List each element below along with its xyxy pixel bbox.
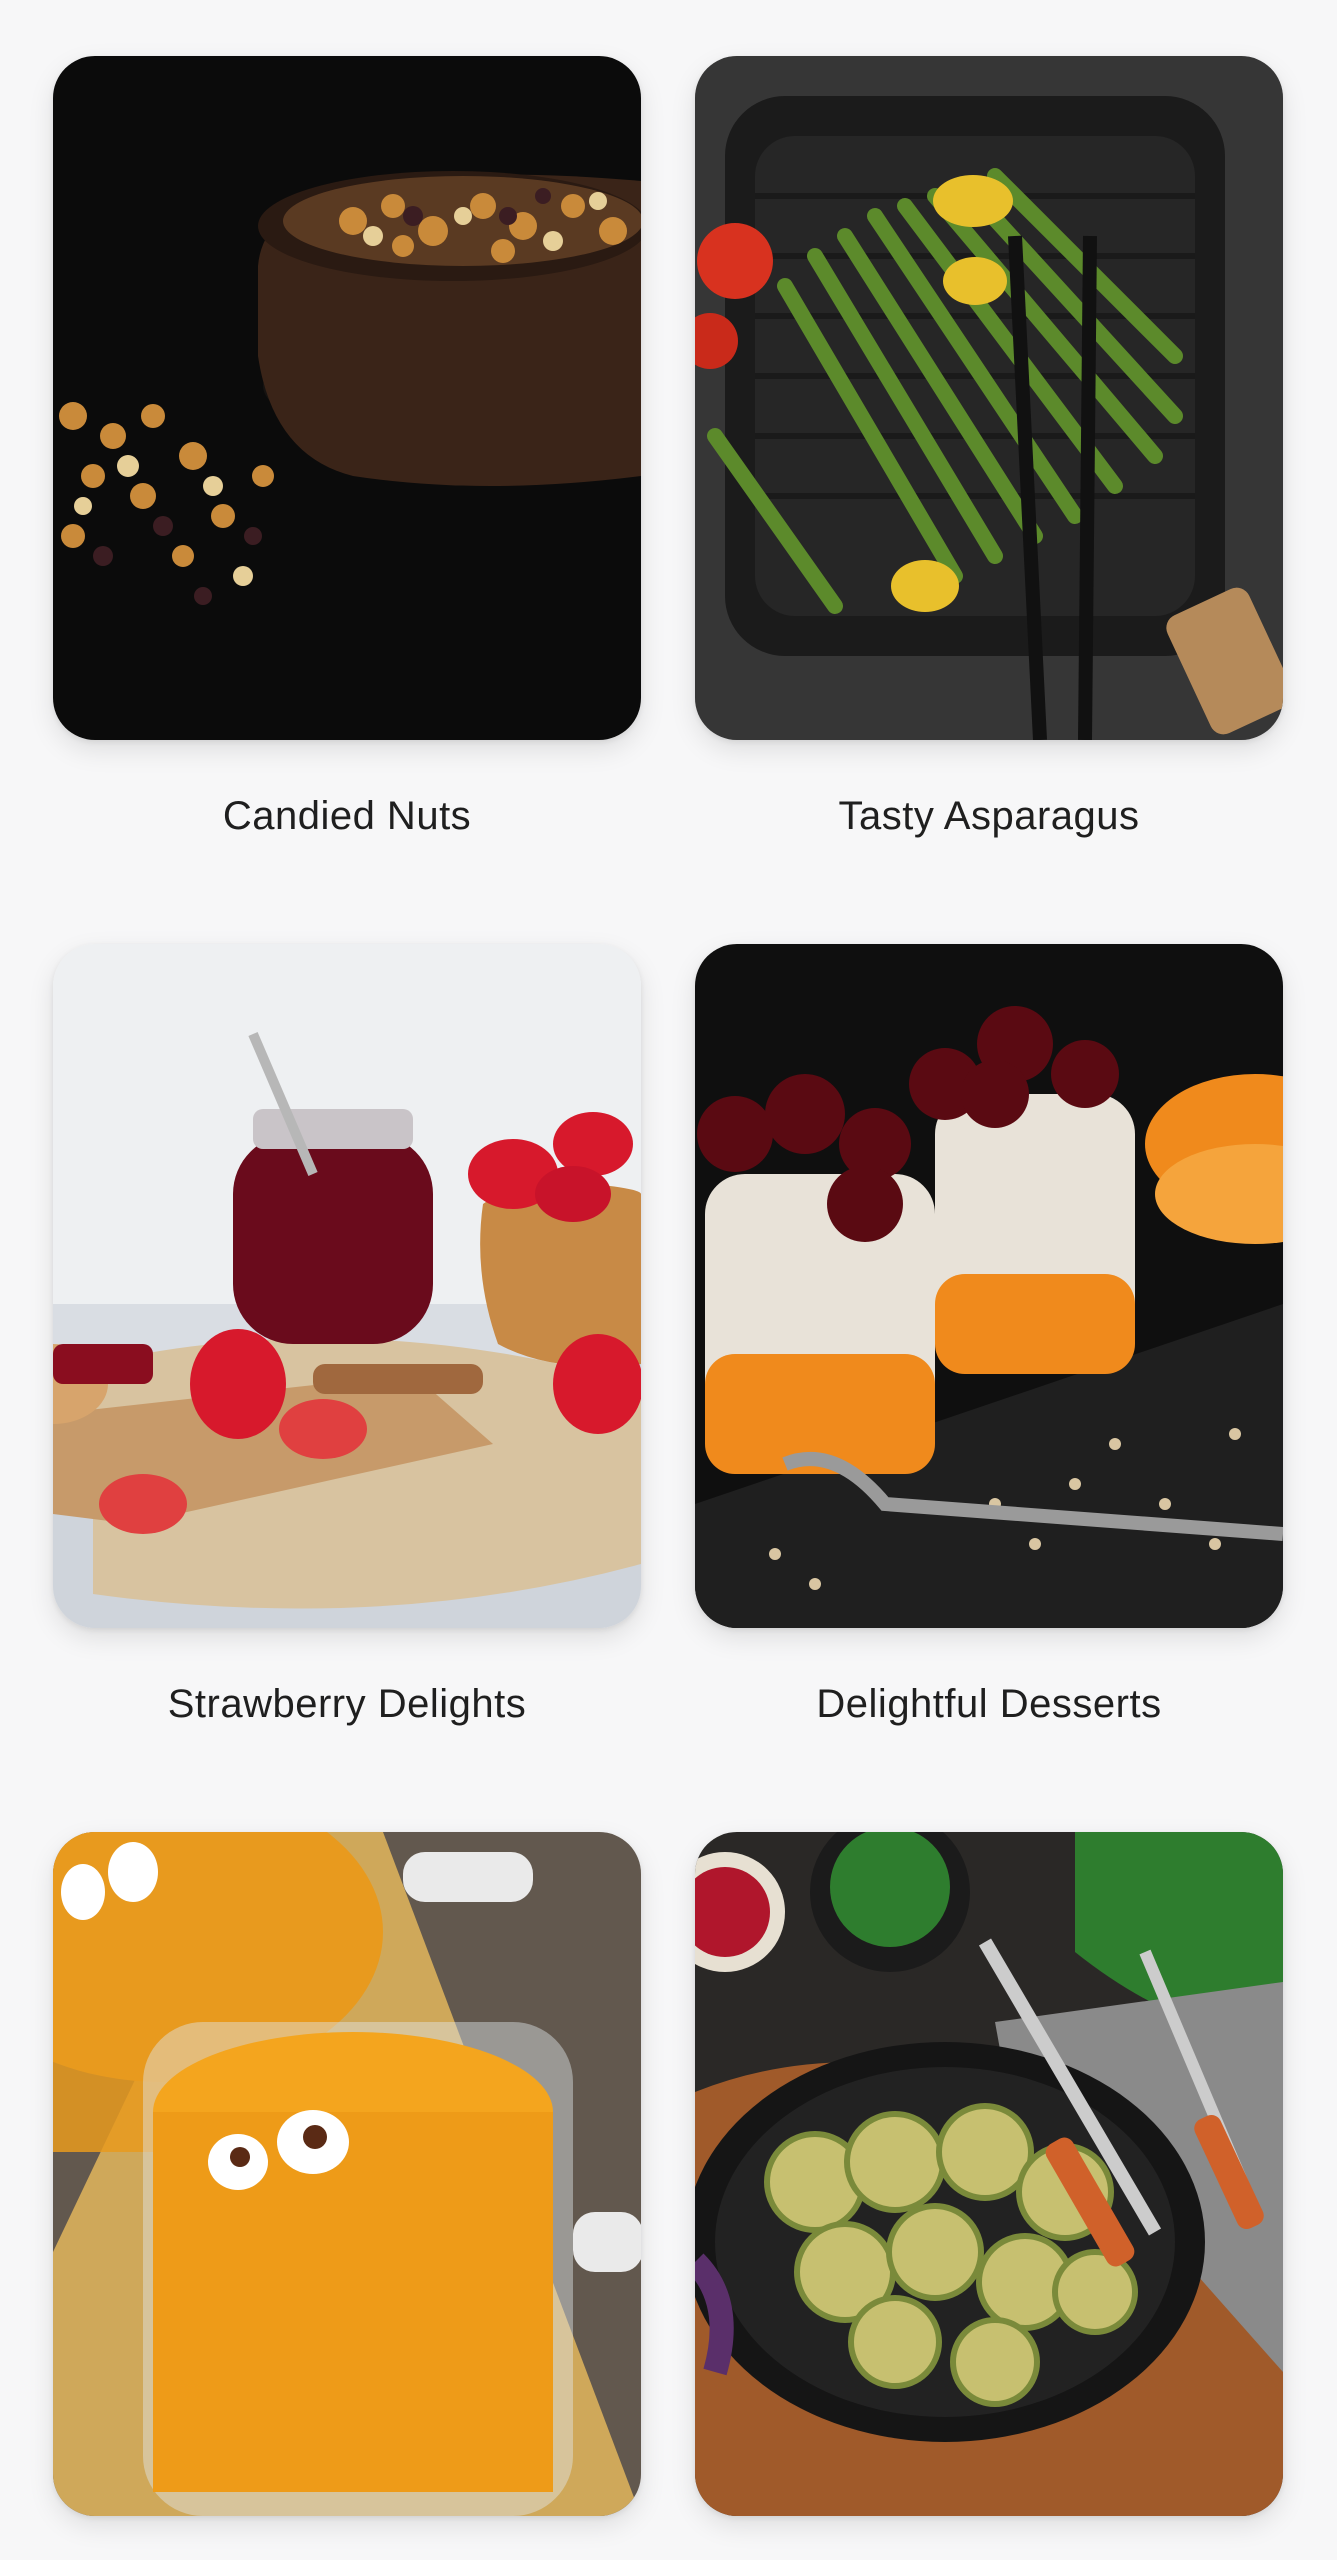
grilled-asparagus-photo[interactable] — [695, 56, 1283, 740]
recipe-card-candied-nuts[interactable]: Candied Nuts — [53, 56, 641, 838]
pumpkin-soup-photo[interactable] — [53, 1832, 641, 2516]
recipe-card-delightful-desserts[interactable]: Delightful Desserts — [695, 944, 1283, 1726]
fried-zucchini-photo[interactable] — [695, 1832, 1283, 2516]
cherry-chia-pudding-photo[interactable] — [695, 944, 1283, 1628]
recipe-card-strawberry-delights[interactable]: Strawberry Delights — [53, 944, 641, 1726]
recipe-title[interactable]: Delightful Desserts — [695, 1682, 1283, 1727]
recipe-card-tasty-asparagus[interactable]: Tasty Asparagus — [695, 56, 1283, 838]
recipe-title[interactable]: Tasty Asparagus — [695, 794, 1283, 839]
recipe-title[interactable]: Strawberry Delights — [53, 1682, 641, 1727]
recipe-card-fried-zucchini[interactable] — [695, 1832, 1283, 2516]
recipe-grid: Candied Nuts Tasty Asparagus Strawberry … — [0, 0, 1337, 2560]
strawberry-jam-photo[interactable] — [53, 944, 641, 1628]
recipe-title[interactable]: Candied Nuts — [53, 794, 641, 839]
candied-nuts-photo[interactable] — [53, 56, 641, 740]
recipe-card-pumpkin-soup[interactable] — [53, 1832, 641, 2516]
